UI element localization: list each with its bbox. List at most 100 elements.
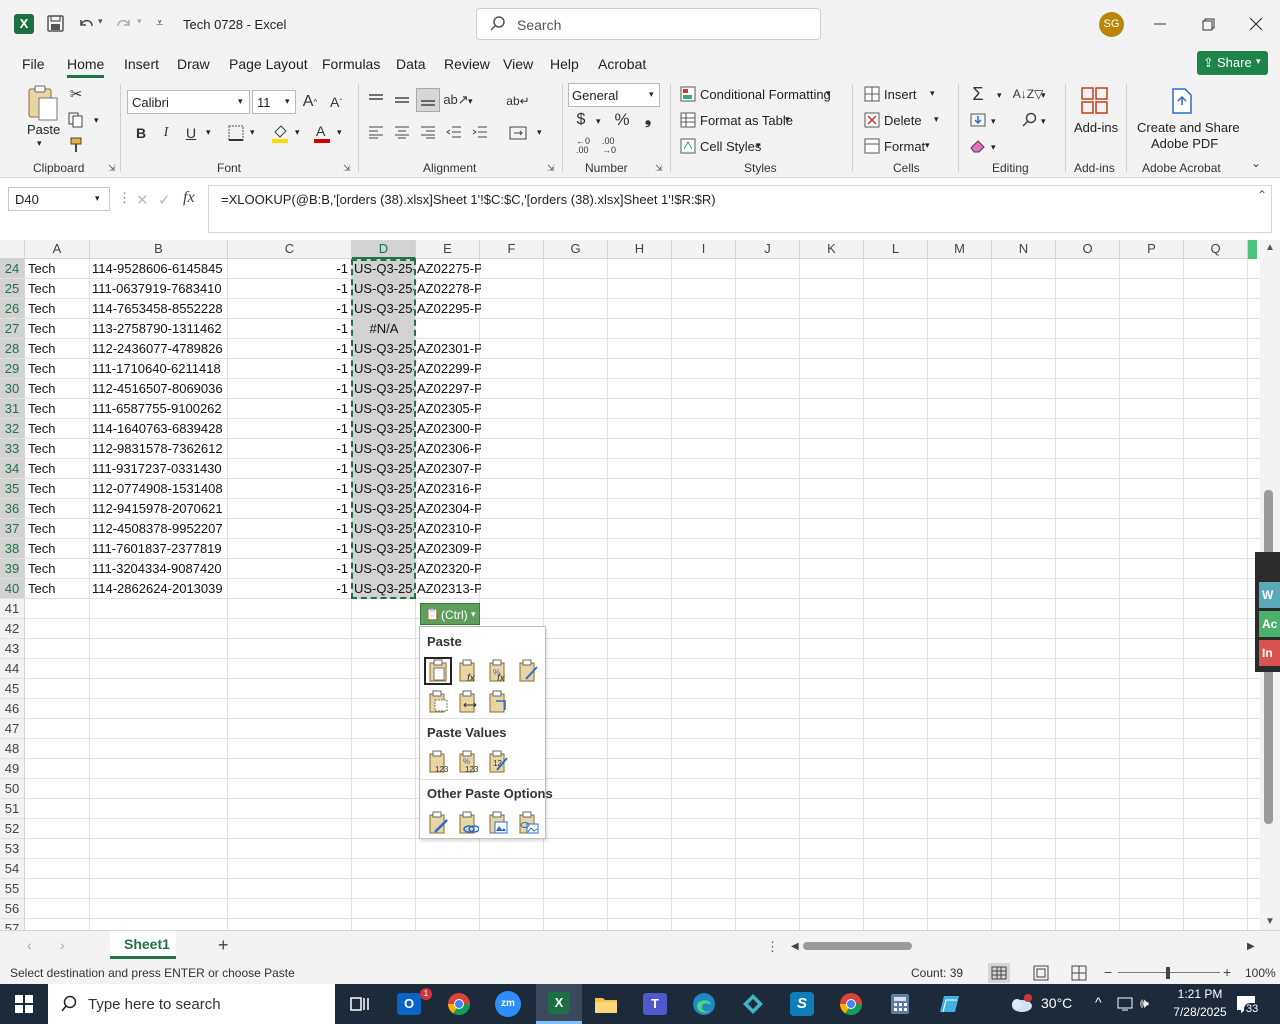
- align-bottom-icon[interactable]: [416, 88, 440, 112]
- cell-order-id[interactable]: 111-3204334-9087420: [92, 559, 226, 579]
- row-header[interactable]: 34: [0, 459, 25, 479]
- chrome-icon[interactable]: [439, 988, 479, 1020]
- cell-quantity[interactable]: -1: [230, 339, 348, 359]
- tab-insert[interactable]: Insert: [124, 56, 159, 72]
- decrease-decimal-icon[interactable]: .00 →0: [597, 136, 621, 156]
- row-header[interactable]: 56: [0, 899, 25, 919]
- cell-quantity[interactable]: -1: [230, 579, 348, 599]
- row-header[interactable]: 32: [0, 419, 25, 439]
- column-header-q[interactable]: Q: [1184, 240, 1248, 259]
- column-header-l[interactable]: L: [864, 240, 928, 259]
- clear-dropdown-icon[interactable]: ▾: [991, 142, 996, 153]
- fill-icon[interactable]: [968, 110, 988, 130]
- row-header[interactable]: 35: [0, 479, 25, 499]
- create-pdf-icon[interactable]: [1167, 86, 1197, 116]
- scroll-up-icon[interactable]: ▲: [1265, 242, 1275, 253]
- tab-acrobat[interactable]: Acrobat: [598, 56, 646, 72]
- tab-home[interactable]: Home: [67, 56, 104, 72]
- column-header-e[interactable]: E: [416, 240, 480, 259]
- insert-cells-label[interactable]: Insert: [884, 87, 917, 102]
- row-header[interactable]: 41: [0, 599, 25, 619]
- teams-icon[interactable]: T: [635, 988, 675, 1020]
- insert-cells-icon[interactable]: [863, 85, 881, 103]
- row-header[interactable]: 31: [0, 399, 25, 419]
- cell-sku[interactable]: AZ02295-P: [417, 299, 481, 319]
- number-format-select[interactable]: General ▾: [568, 83, 660, 107]
- column-header-k[interactable]: K: [800, 240, 864, 259]
- cell-quantity[interactable]: -1: [230, 359, 348, 379]
- paste-label[interactable]: Paste: [27, 122, 60, 137]
- cell-sku[interactable]: AZ02316-P: [417, 479, 481, 499]
- row-header[interactable]: 33: [0, 439, 25, 459]
- cell-category[interactable]: Tech: [28, 279, 88, 299]
- cell-sku[interactable]: [417, 319, 481, 339]
- cell-quantity[interactable]: -1: [230, 299, 348, 319]
- row-header[interactable]: 38: [0, 539, 25, 559]
- cell-order-id[interactable]: 114-7653458-8552228: [92, 299, 226, 319]
- tab-page-layout[interactable]: Page Layout: [229, 56, 308, 72]
- font-launcher-icon[interactable]: ⇲: [343, 163, 351, 174]
- align-right-icon[interactable]: [418, 122, 438, 142]
- edge-icon[interactable]: [684, 988, 724, 1020]
- borders-icon[interactable]: [225, 122, 247, 144]
- zoom-in-icon[interactable]: +: [1223, 964, 1231, 980]
- file-explorer-icon[interactable]: [586, 988, 626, 1020]
- font-size-select[interactable]: 11 ▾: [252, 90, 296, 114]
- cell-category[interactable]: Tech: [28, 539, 88, 559]
- cell-sku[interactable]: AZ02297-P: [417, 379, 481, 399]
- cut-icon[interactable]: ✂: [66, 84, 86, 104]
- column-header-c[interactable]: C: [228, 240, 352, 259]
- cell-quantity[interactable]: -1: [230, 499, 348, 519]
- cell-quantity[interactable]: -1: [230, 259, 348, 279]
- font-color-dropdown-icon[interactable]: ▾: [337, 127, 342, 138]
- paste-formulas-number-formatting-icon[interactable]: % fx: [484, 657, 512, 685]
- paste-picture-icon[interactable]: [484, 809, 512, 837]
- bold-icon[interactable]: B: [131, 122, 151, 144]
- cell-category[interactable]: Tech: [28, 419, 88, 439]
- cell-sku[interactable]: AZ02300-P: [417, 419, 481, 439]
- cell-category[interactable]: Tech: [28, 559, 88, 579]
- align-middle-icon[interactable]: [392, 90, 412, 110]
- underline-dropdown-icon[interactable]: ▾: [206, 127, 211, 138]
- row-header[interactable]: 29: [0, 359, 25, 379]
- add-sheet-icon[interactable]: +: [218, 935, 229, 956]
- cell-category[interactable]: Tech: [28, 259, 88, 279]
- cell-order-id[interactable]: 112-4516507-8069036: [92, 379, 226, 399]
- delete-cells-label[interactable]: Delete: [884, 113, 922, 128]
- cell-sku[interactable]: AZ02305-P: [417, 399, 481, 419]
- row-header[interactable]: 44: [0, 659, 25, 679]
- column-header-a[interactable]: A: [25, 240, 90, 259]
- paste-formulas-icon[interactable]: fx: [454, 657, 482, 685]
- column-header-g[interactable]: G: [544, 240, 608, 259]
- cell-order-id[interactable]: 111-7601837-2377819: [92, 539, 226, 559]
- paste-options-button[interactable]: 📋 (Ctrl) ▾: [420, 603, 480, 625]
- accounting-dropdown-icon[interactable]: ▾: [596, 116, 601, 127]
- increase-font-icon[interactable]: A ^: [300, 91, 320, 113]
- tab-formulas[interactable]: Formulas: [322, 56, 380, 72]
- fill-color-dropdown-icon[interactable]: ▾: [295, 127, 300, 138]
- decrease-font-icon[interactable]: Aˇ: [326, 91, 346, 113]
- ribbon-collapse-icon[interactable]: ⌄: [1251, 156, 1261, 170]
- orientation-dropdown-icon[interactable]: ▾: [468, 96, 473, 107]
- column-header-p[interactable]: P: [1120, 240, 1184, 259]
- format-cells-chevron-icon[interactable]: ▾: [925, 140, 930, 151]
- cell-category[interactable]: Tech: [28, 519, 88, 539]
- cell-order-id[interactable]: 112-9415978-2070621: [92, 499, 226, 519]
- worksheet-grid[interactable]: ABCDEFGHIJKLMNOPQ 24 25 26 27 28 29 30 31 32 33 34…: [0, 240, 1260, 930]
- cell-quantity[interactable]: -1: [230, 559, 348, 579]
- align-left-icon[interactable]: [366, 122, 386, 142]
- windows-start-icon[interactable]: [4, 988, 44, 1020]
- user-avatar[interactable]: SG: [1099, 12, 1124, 37]
- zoom-slider-thumb[interactable]: [1166, 967, 1170, 979]
- paste-values-source-formatting-icon[interactable]: 12: [484, 748, 512, 776]
- tab-review[interactable]: Review: [444, 56, 490, 72]
- task-view-icon[interactable]: [340, 988, 380, 1020]
- scroll-left-icon[interactable]: ◀: [791, 941, 799, 952]
- align-top-icon[interactable]: [366, 90, 386, 110]
- delete-cells-icon[interactable]: [863, 111, 881, 129]
- cell-sku[interactable]: AZ02299-P: [417, 359, 481, 379]
- paste-big-icon[interactable]: [24, 84, 60, 122]
- app-s-icon[interactable]: S: [782, 988, 822, 1020]
- accounting-format-icon[interactable]: $: [571, 110, 591, 130]
- increase-decimal-icon[interactable]: ←0.00: [571, 136, 595, 156]
